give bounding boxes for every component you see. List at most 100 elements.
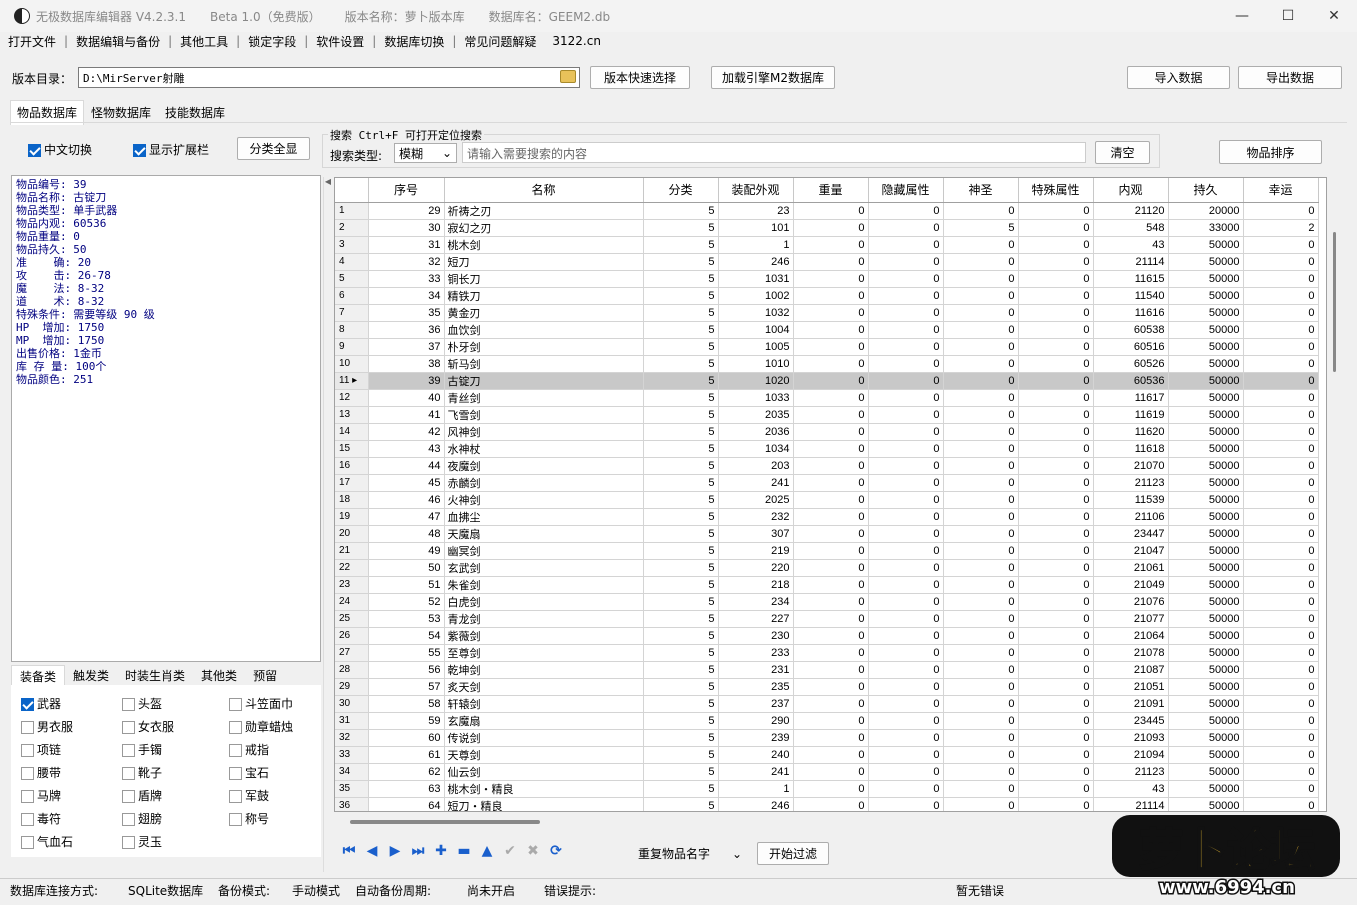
table-cell[interactable]: 0 [868,695,944,713]
table-cell[interactable]: 0 [1243,457,1319,475]
table-cell[interactable]: 青龙剑 [444,610,644,628]
category-checkbox[interactable]: 马牌 [21,787,61,804]
table-cell[interactable]: 231 [718,661,794,679]
table-cell[interactable]: 传说剑 [444,729,644,747]
row-number[interactable]: 21 [335,542,369,560]
minimize-icon[interactable]: — [1219,0,1265,32]
table-cell[interactable]: 21120 [1093,202,1169,220]
first-record-icon[interactable]: ⏮ [340,842,358,860]
table-cell[interactable]: 21051 [1093,678,1169,696]
table-cell[interactable]: 11540 [1093,287,1169,305]
table-cell[interactable]: 0 [1243,763,1319,781]
table-cell[interactable]: 0 [1018,610,1094,628]
table-cell[interactable]: 11619 [1093,406,1169,424]
table-cell[interactable]: 21087 [1093,661,1169,679]
table-cell[interactable]: 38 [368,355,445,373]
table-cell[interactable]: 241 [718,474,794,492]
table-cell[interactable]: 50000 [1168,780,1244,798]
table-cell[interactable]: 0 [1243,746,1319,764]
category-checkbox[interactable]: 勋章蜡烛 [229,718,293,735]
table-cell[interactable]: 0 [1018,338,1094,356]
table-cell[interactable]: 34 [368,287,445,305]
table-cell[interactable]: 0 [1018,355,1094,373]
table-cell[interactable]: 0 [793,219,869,237]
table-cell[interactable]: 52 [368,593,445,611]
table-cell[interactable]: 0 [943,525,1019,543]
table-cell[interactable]: 0 [793,797,869,811]
table-cell[interactable]: 0 [868,457,944,475]
table-cell[interactable]: 0 [793,440,869,458]
table-cell[interactable]: 5 [643,372,719,390]
table-cell[interactable]: 60536 [1093,372,1169,390]
table-cell[interactable]: 0 [943,508,1019,526]
row-number[interactable]: 20 [335,525,369,543]
tab-category-4[interactable]: 预留 [245,665,285,687]
table-cell[interactable]: 50000 [1168,372,1244,390]
table-cell[interactable]: 55 [368,644,445,662]
table-cell[interactable]: 0 [943,338,1019,356]
table-cell[interactable]: 21123 [1093,763,1169,781]
table-cell[interactable]: 307 [718,525,794,543]
table-cell[interactable]: 50000 [1168,593,1244,611]
table-cell[interactable]: 241 [718,763,794,781]
table-row[interactable]: 1 29 祈祷之刃 5 23 0 0 0 0 21120 20000 0 [335,202,1319,220]
table-cell[interactable]: 50000 [1168,644,1244,662]
row-number[interactable]: 1 [335,202,369,220]
table-cell[interactable]: 234 [718,593,794,611]
table-row[interactable]: 30 58 轩辕剑 5 237 0 0 0 0 21091 50000 0 [335,695,1319,713]
maximize-icon[interactable]: ☐ [1265,0,1311,32]
row-number[interactable]: 15 [335,440,369,458]
table-cell[interactable]: 50000 [1168,576,1244,594]
table-cell[interactable]: 5 [643,746,719,764]
table-cell[interactable]: 0 [943,474,1019,492]
folder-icon[interactable] [560,70,576,83]
table-cell[interactable]: 29 [368,202,445,220]
table-cell[interactable]: 5 [643,712,719,730]
table-cell[interactable]: 5 [643,678,719,696]
table-cell[interactable]: 5 [643,474,719,492]
table-cell[interactable]: 0 [1243,423,1319,441]
table-cell[interactable]: 0 [1018,678,1094,696]
table-cell[interactable]: 47 [368,508,445,526]
table-cell[interactable]: 50000 [1168,304,1244,322]
table-cell[interactable]: 0 [943,627,1019,645]
table-cell[interactable]: 50000 [1168,746,1244,764]
table-cell[interactable]: 1020 [718,372,794,390]
table-row[interactable]: 21 49 幽冥剑 5 219 0 0 0 0 21047 50000 0 [335,542,1319,560]
table-cell[interactable]: 0 [1018,661,1094,679]
table-cell[interactable]: 0 [1243,304,1319,322]
menu-item-5[interactable]: 数据库切换 [376,33,452,50]
table-cell[interactable]: 0 [793,423,869,441]
category-checkbox[interactable]: 盾牌 [122,787,162,804]
table-cell[interactable]: 0 [793,202,869,220]
table-cell[interactable]: 0 [943,678,1019,696]
table-cell[interactable]: 63 [368,780,445,798]
table-cell[interactable]: 0 [1243,236,1319,254]
table-row[interactable]: 2 30 寂幻之刃 5 101 0 0 5 0 548 33000 2 [335,219,1319,237]
table-cell[interactable]: 0 [1018,746,1094,764]
table-cell[interactable]: 33 [368,270,445,288]
table-cell[interactable]: 0 [793,372,869,390]
table-cell[interactable]: 0 [1018,508,1094,526]
table-cell[interactable]: 0 [1243,644,1319,662]
table-cell[interactable]: 0 [1018,202,1094,220]
table-cell[interactable]: 5 [643,355,719,373]
scroll-left-icon[interactable]: ◀ [324,177,332,186]
search-type-select[interactable]: 模糊 ⌄ [394,143,457,163]
table-cell[interactable]: 50000 [1168,389,1244,407]
table-cell[interactable]: 230 [718,627,794,645]
table-cell[interactable]: 5 [643,593,719,611]
table-row[interactable]: 19 47 血拂尘 5 232 0 0 0 0 21106 50000 0 [335,508,1319,526]
table-row[interactable]: 27 55 至尊剑 5 233 0 0 0 0 21078 50000 0 [335,644,1319,662]
row-number[interactable]: 34 [335,763,369,781]
table-cell[interactable]: 0 [793,525,869,543]
table-cell[interactable]: 0 [1018,304,1094,322]
table-cell[interactable]: 1005 [718,338,794,356]
category-checkbox[interactable]: 靴子 [122,764,162,781]
vscroll-thumb[interactable] [1333,232,1336,372]
table-cell[interactable]: 0 [943,746,1019,764]
table-cell[interactable]: 斩马剑 [444,355,644,373]
table-cell[interactable]: 11620 [1093,423,1169,441]
table-cell[interactable]: 0 [943,304,1019,322]
table-row[interactable]: 10 38 斩马剑 5 1010 0 0 0 0 60526 50000 0 [335,355,1319,373]
